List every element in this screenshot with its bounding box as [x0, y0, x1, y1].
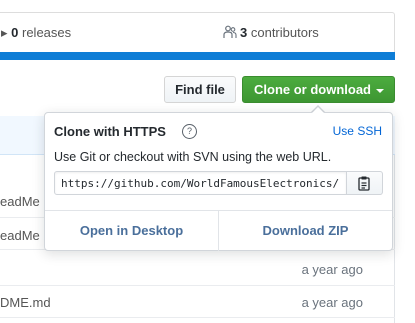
contributors-count: 3 [240, 25, 248, 40]
find-file-button[interactable]: Find file [164, 76, 236, 103]
download-zip-button[interactable]: Download ZIP [219, 211, 392, 251]
clipboard-icon [358, 176, 370, 191]
file-name[interactable]: DME.md [0, 295, 51, 310]
language-bar [0, 52, 395, 60]
contributors-label: contributors [250, 25, 319, 40]
file-name[interactable]: eadMe [0, 194, 40, 209]
releases-label: releases [22, 25, 72, 40]
file-age: a year ago [301, 262, 363, 277]
releases-count: 0 [11, 25, 19, 40]
table-row[interactable]: DME.md a year ago [0, 286, 395, 318]
clone-or-download-button[interactable]: Clone or download [242, 76, 395, 103]
clone-popup: Clone with HTTPS ? Use SSH Use Git or ch… [44, 112, 393, 251]
file-age: a year ago [301, 295, 363, 310]
clone-url-input[interactable] [54, 171, 347, 195]
clone-popup-title: Clone with HTTPS [54, 124, 166, 139]
clone-description: Use Git or checkout with SVN using the w… [54, 150, 332, 164]
releases-link[interactable]: ▸ 0 releases [1, 13, 71, 53]
table-row[interactable]: a year ago [0, 254, 395, 286]
copy-url-button[interactable] [347, 171, 383, 195]
contributors-link[interactable]: 3 contributors [223, 13, 319, 53]
use-ssh-link[interactable]: Use SSH [333, 124, 382, 138]
popup-arrow-fill [311, 107, 325, 114]
clone-button-label: Clone or download [254, 82, 371, 97]
people-icon [223, 25, 237, 38]
caret-down-icon [376, 88, 384, 93]
file-name[interactable]: eadMe [0, 228, 40, 243]
open-in-desktop-button[interactable]: Open in Desktop [45, 211, 218, 251]
question-icon[interactable]: ? [182, 124, 197, 139]
repo-summary-bar: ▸ 0 releases 3 contributors [0, 12, 395, 52]
